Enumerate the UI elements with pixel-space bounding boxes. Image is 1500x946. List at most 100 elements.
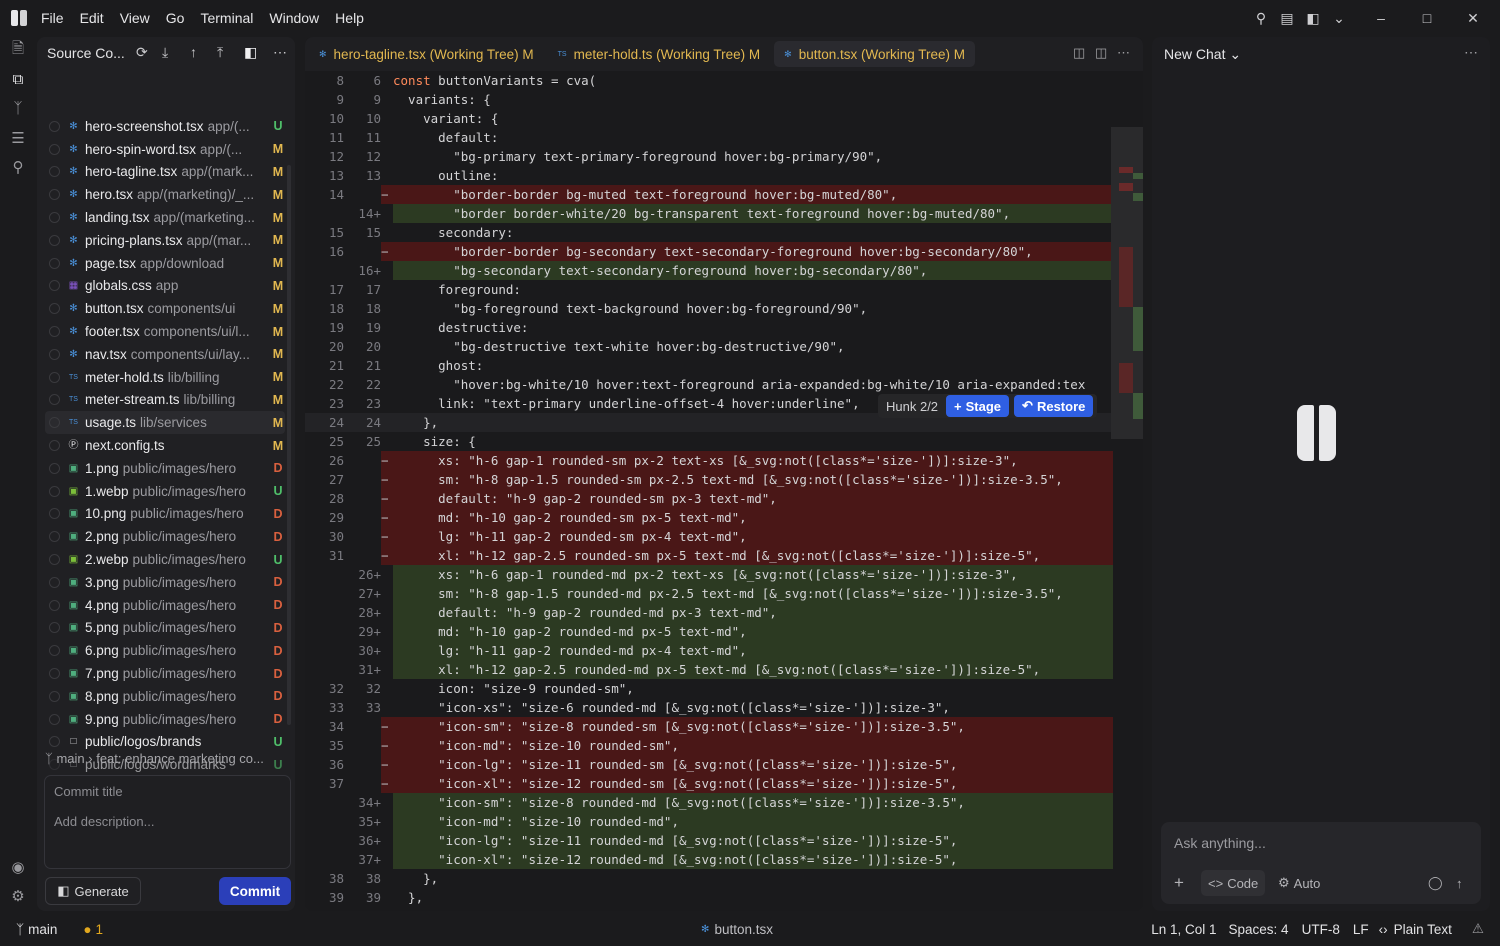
stage-checkbox[interactable] <box>49 394 60 406</box>
file-row[interactable]: ✻ button.tsx components/ui M <box>45 297 285 320</box>
editor-tab[interactable]: ✻ hero-tagline.tsx (Working Tree) M <box>309 41 544 67</box>
file-row[interactable]: ▣ 5.png public/images/hero D <box>45 617 285 640</box>
close-button[interactable]: ✕ <box>1462 7 1484 29</box>
editor-tab[interactable]: TS meter-hold.ts (Working Tree) M <box>548 41 771 67</box>
file-row[interactable]: ▣ 6.png public/images/hero D <box>45 639 285 662</box>
restore-button[interactable]: ↶ Restore <box>1014 395 1094 417</box>
file-row[interactable]: ✻ pricing-plans.tsx app/(mar... M <box>45 229 285 252</box>
file-row[interactable]: ▣ 3.png public/images/hero D <box>45 571 285 594</box>
explorer-icon[interactable]: 🗎 <box>0 36 36 65</box>
file-row[interactable]: □ public/logos/brands U <box>45 731 285 754</box>
minimap[interactable] <box>1111 127 1143 439</box>
file-row[interactable]: ✻ hero-tagline.tsx app/(mark... M <box>45 161 285 184</box>
more-icon[interactable]: ⋯ <box>1117 45 1130 61</box>
stage-checkbox[interactable] <box>49 303 60 315</box>
file-row[interactable]: TS meter-hold.ts lib/billing M <box>45 366 285 389</box>
file-row[interactable]: ✻ page.tsx app/download M <box>45 252 285 275</box>
cursor-position[interactable]: Ln 1, Col 1 <box>1151 922 1216 937</box>
branch-row[interactable]: ᛉ main › feat: enhance marketing co... <box>45 751 289 766</box>
file-row[interactable]: ✻ landing.tsx app/(marketing... M <box>45 206 285 229</box>
stage-checkbox[interactable] <box>49 485 60 497</box>
stage-checkbox[interactable] <box>49 554 60 566</box>
account-icon[interactable]: ◉ <box>0 852 36 881</box>
file-row[interactable]: ▣ 1.png public/images/hero D <box>45 457 285 480</box>
stage-checkbox[interactable] <box>49 371 60 383</box>
encoding[interactable]: UTF-8 <box>1302 922 1340 937</box>
stage-checkbox[interactable] <box>49 166 60 178</box>
pull-icon[interactable]: ⤓ <box>162 44 168 61</box>
minimize-button[interactable]: – <box>1370 7 1392 29</box>
chat-input[interactable]: Ask anything... <box>1174 835 1266 851</box>
warning-count[interactable]: 1 <box>96 922 104 937</box>
maximize-button[interactable]: □ <box>1416 7 1438 29</box>
chevron-down-icon[interactable]: ⌄ <box>1328 7 1350 29</box>
stage-checkbox[interactable] <box>49 234 60 246</box>
context-icon[interactable]: ◯ <box>1421 870 1450 896</box>
stage-checkbox[interactable] <box>49 440 60 452</box>
menu-item-edit[interactable]: Edit <box>80 10 104 26</box>
menu-item-go[interactable]: Go <box>166 10 185 26</box>
more-icon[interactable]: ⋯ <box>273 44 287 61</box>
source-control-icon[interactable]: ⧉ <box>0 65 36 94</box>
more-icon[interactable]: ⋯ <box>1464 44 1478 61</box>
git-branch-icon[interactable]: ᛉ <box>0 94 36 123</box>
refresh-icon[interactable]: ⟳ <box>136 44 148 61</box>
chat-input-box[interactable]: Ask anything... + <> Code ⚙ Auto ◯ ↑ <box>1161 822 1481 904</box>
stage-checkbox[interactable] <box>49 645 60 657</box>
commit-title-input[interactable]: Commit title <box>54 784 123 799</box>
stage-checkbox[interactable] <box>49 690 60 702</box>
stage-checkbox[interactable] <box>49 189 60 201</box>
stage-checkbox[interactable] <box>49 668 60 680</box>
stage-checkbox[interactable] <box>49 417 60 429</box>
auto-mode-button[interactable]: ⚙ Auto <box>1271 870 1327 896</box>
status-branch[interactable]: main <box>28 922 57 937</box>
file-row[interactable]: ✻ hero-screenshot.tsx app/(... U <box>45 115 285 138</box>
arrow-up-icon[interactable]: ↑ <box>190 44 197 60</box>
scrollbar[interactable] <box>287 165 291 725</box>
stage-checkbox[interactable] <box>49 348 60 360</box>
send-icon[interactable]: ↑ <box>1449 870 1470 896</box>
menu-item-view[interactable]: View <box>120 10 150 26</box>
file-row[interactable]: ▣ 2.png public/images/hero D <box>45 525 285 548</box>
file-row[interactable]: ▦ globals.css app M <box>45 275 285 298</box>
stage-checkbox[interactable] <box>49 576 60 588</box>
file-row[interactable]: ▣ 8.png public/images/hero D <box>45 685 285 708</box>
menu-item-help[interactable]: Help <box>335 10 364 26</box>
generate-button[interactable]: ◧ Generate <box>45 877 141 905</box>
list-icon[interactable]: ☰ <box>0 123 36 152</box>
layout-panel-icon[interactable]: ▤ <box>1276 7 1298 29</box>
split-view-icon[interactable]: ◫ <box>1073 45 1085 61</box>
file-row[interactable]: ▣ 4.png public/images/hero D <box>45 594 285 617</box>
indentation[interactable]: Spaces: 4 <box>1229 922 1289 937</box>
stage-checkbox[interactable] <box>49 120 60 132</box>
add-icon[interactable]: + <box>1167 870 1191 896</box>
push-icon[interactable]: ⤒ <box>217 44 223 61</box>
stage-button[interactable]: + Stage <box>946 395 1010 417</box>
search-icon[interactable]: ⚲ <box>1250 7 1272 29</box>
stage-checkbox[interactable] <box>49 622 60 634</box>
file-row[interactable]: TS meter-stream.ts lib/billing M <box>45 389 285 412</box>
stage-checkbox[interactable] <box>49 713 60 725</box>
stage-checkbox[interactable] <box>49 326 60 338</box>
file-row[interactable]: TS usage.ts lib/services M <box>45 411 285 435</box>
file-row[interactable]: ✻ footer.tsx components/ui/l... M <box>45 320 285 343</box>
stage-checkbox[interactable] <box>49 212 60 224</box>
stage-checkbox[interactable] <box>49 508 60 520</box>
stage-checkbox[interactable] <box>49 462 60 474</box>
stage-checkbox[interactable] <box>49 143 60 155</box>
stage-checkbox[interactable] <box>49 531 60 543</box>
gear-icon[interactable]: ⚙ <box>0 881 36 910</box>
editor-tab[interactable]: ✻ button.tsx (Working Tree) M <box>774 41 976 67</box>
file-row[interactable]: ▣ 1.webp public/images/hero U <box>45 480 285 503</box>
stage-checkbox[interactable] <box>49 736 60 748</box>
menu-item-window[interactable]: Window <box>269 10 319 26</box>
file-row[interactable]: ▣ 9.png public/images/hero D <box>45 708 285 731</box>
commit-message-box[interactable]: Commit title Add description... <box>44 775 291 869</box>
book-icon[interactable]: ◧ <box>244 44 257 61</box>
stage-checkbox[interactable] <box>49 599 60 611</box>
bell-icon[interactable]: ⚠ <box>1472 921 1484 937</box>
menu-item-terminal[interactable]: Terminal <box>200 10 253 26</box>
stage-checkbox[interactable] <box>49 280 60 292</box>
file-row[interactable]: ▣ 7.png public/images/hero D <box>45 662 285 685</box>
line-ending[interactable]: LF <box>1353 922 1369 937</box>
